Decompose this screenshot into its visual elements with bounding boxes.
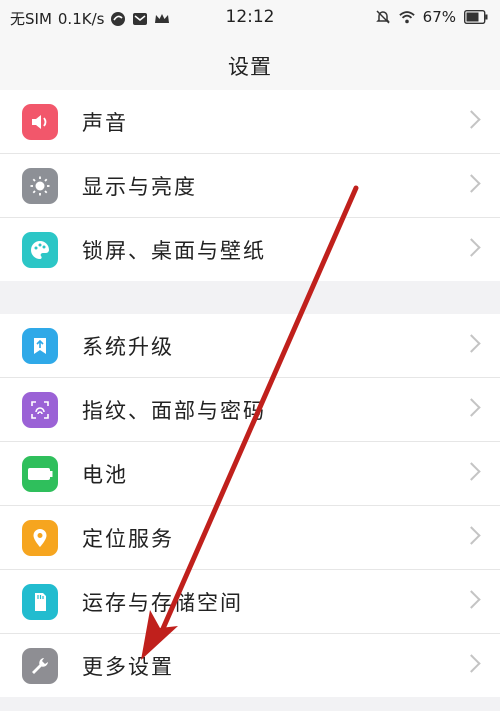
chevron-right-icon bbox=[462, 398, 481, 417]
settings-item-battery[interactable]: 电池 bbox=[0, 442, 500, 506]
settings-item-location[interactable]: 定位服务 bbox=[0, 506, 500, 570]
location-icon bbox=[22, 520, 58, 556]
chevron-right-icon bbox=[462, 334, 481, 353]
settings-item-wallpaper[interactable]: 锁屏、桌面与壁纸 bbox=[0, 218, 500, 281]
mute-bell-icon bbox=[375, 10, 390, 24]
settings-item-label: 系统升级 bbox=[82, 335, 174, 359]
settings-item-label: 显示与亮度 bbox=[82, 175, 197, 199]
settings-item-label: 定位服务 bbox=[82, 527, 174, 551]
chevron-right-icon bbox=[462, 238, 481, 257]
settings-item-system-update[interactable]: 系统升级 bbox=[0, 314, 500, 378]
settings-item-label: 指纹、面部与密码 bbox=[82, 399, 266, 423]
battery-status-icon bbox=[464, 10, 488, 24]
palette-icon bbox=[22, 232, 58, 268]
system-update-icon bbox=[22, 328, 58, 364]
battery-percent: 67% bbox=[422, 8, 456, 26]
chevron-right-icon bbox=[462, 590, 481, 609]
settings-item-more[interactable]: 更多设置 bbox=[0, 634, 500, 697]
chevron-right-icon bbox=[462, 110, 481, 129]
speaker-icon bbox=[22, 104, 58, 140]
settings-item-label: 运存与存储空间 bbox=[82, 591, 243, 615]
nav-bar: 设置 bbox=[0, 34, 500, 97]
chevron-right-icon bbox=[462, 654, 481, 673]
brightness-icon bbox=[22, 168, 58, 204]
status-bar: 无SIM 0.1K/s 12:12 67% bbox=[0, 0, 500, 34]
settings-group-display: 声音 显示与亮度 锁屏、桌面与壁纸 bbox=[0, 90, 500, 281]
settings-item-label: 更多设置 bbox=[82, 655, 174, 679]
wifi-icon bbox=[398, 11, 415, 24]
page-title: 设置 bbox=[228, 55, 272, 79]
chevron-right-icon bbox=[462, 462, 481, 481]
settings-item-storage[interactable]: 运存与存储空间 bbox=[0, 570, 500, 634]
chevron-right-icon bbox=[462, 526, 481, 545]
settings-item-sound[interactable]: 声音 bbox=[0, 90, 500, 154]
settings-item-label: 电池 bbox=[82, 463, 128, 487]
settings-item-security[interactable]: 指纹、面部与密码 bbox=[0, 378, 500, 442]
settings-group-system: 系统升级 指纹、面部与密码 电池 定位服务 运存与存储空间 更多设置 bbox=[0, 314, 500, 697]
battery-icon bbox=[22, 456, 58, 492]
chevron-right-icon bbox=[462, 174, 481, 193]
storage-icon bbox=[22, 584, 58, 620]
status-right: 67% bbox=[375, 8, 488, 26]
settings-item-label: 声音 bbox=[82, 111, 128, 135]
settings-item-label: 锁屏、桌面与壁纸 bbox=[82, 239, 266, 263]
fingerprint-icon bbox=[22, 392, 58, 428]
settings-item-display[interactable]: 显示与亮度 bbox=[0, 154, 500, 218]
wrench-icon bbox=[22, 648, 58, 684]
